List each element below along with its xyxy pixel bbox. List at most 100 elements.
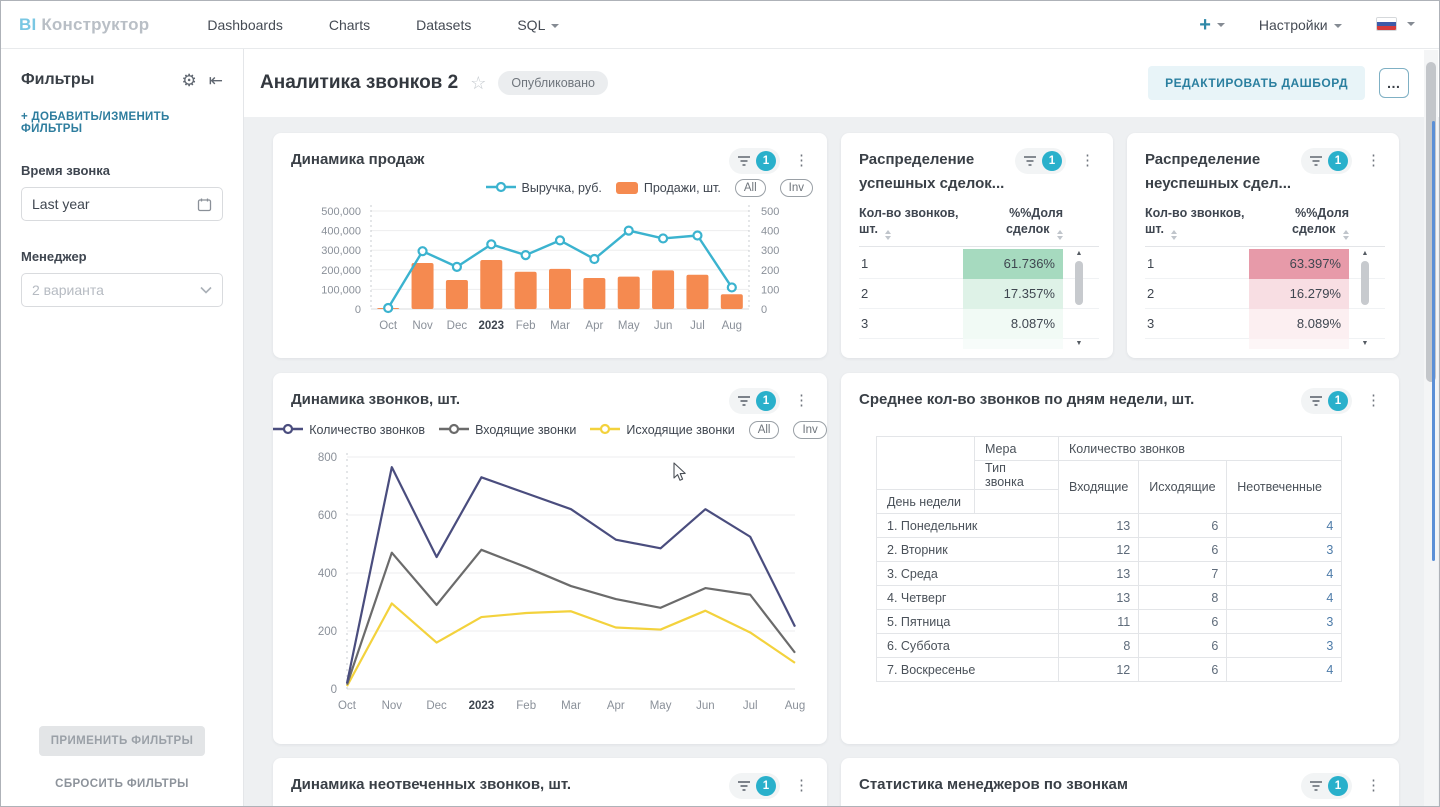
page-scrollbar[interactable] <box>1424 50 1438 807</box>
sort-icon[interactable] <box>1057 230 1063 240</box>
gear-icon[interactable]: ⚙ <box>182 72 197 89</box>
sort-icon[interactable] <box>885 230 891 240</box>
filter-indicator[interactable]: 1 <box>729 773 780 799</box>
nav-item-charts[interactable]: Charts <box>329 17 370 33</box>
cell-value: 3 <box>1227 610 1342 634</box>
cell-day: 6. Суббота <box>877 634 1059 658</box>
sales-combo-chart[interactable]: 00100,000100200,000200300,000300400,0004… <box>291 199 811 347</box>
table-row[interactable]: 44.734% <box>859 339 1099 349</box>
kebab-menu-icon[interactable]: ⋮ <box>1076 148 1099 174</box>
filter-indicator[interactable]: 1 <box>1301 388 1352 414</box>
scroll-down-icon[interactable]: ▼ <box>1073 339 1085 349</box>
call-type-col-header[interactable]: Исходящие <box>1139 461 1227 514</box>
table-row[interactable]: 163.397% <box>1145 249 1385 279</box>
legend-label: Продажи, шт. <box>644 181 721 195</box>
legend-toggle-all[interactable]: All <box>749 421 780 439</box>
column-header-share[interactable]: %%Долясделок <box>1249 205 1349 240</box>
nav-item-dashboards[interactable]: Dashboards <box>207 17 283 33</box>
legend-item[interactable]: Количество звонков <box>273 423 425 438</box>
cell-calls-count: 3 <box>859 316 963 331</box>
chevron-down-icon <box>1217 23 1225 27</box>
filter-count-badge: 1 <box>1042 151 1062 171</box>
more-actions-button[interactable]: … <box>1379 68 1409 98</box>
table-row[interactable]: 6. Суббота863 <box>877 634 1342 658</box>
legend-item[interactable]: Продажи, шт. <box>616 181 721 195</box>
time-filter-input[interactable]: Last year <box>21 187 223 221</box>
calls-line-chart[interactable]: 0200400600800OctNovDec2023FebMarAprMayJu… <box>291 445 811 717</box>
legend-item[interactable]: Исходящие звонки <box>590 423 734 438</box>
filter-indicator[interactable]: 1 <box>1015 148 1066 174</box>
settings-menu[interactable]: Настройки <box>1259 17 1342 33</box>
table-row[interactable]: 7. Воскресенье1264 <box>877 658 1342 682</box>
kebab-menu-icon[interactable]: ⋮ <box>1362 773 1385 799</box>
legend-item[interactable]: Входящие звонки <box>439 423 576 438</box>
table-row[interactable]: 3. Среда1374 <box>877 562 1342 586</box>
cell-deal-share: 4.049% <box>1249 339 1349 350</box>
add-edit-filters-link[interactable]: + ДОБАВИТЬ/ИЗМЕНИТЬ ФИЛЬТРЫ <box>21 111 223 135</box>
table-scrollbar[interactable]: ▲▼ <box>1073 249 1085 349</box>
kebab-menu-icon[interactable]: ⋮ <box>790 773 813 799</box>
cell-day: 7. Воскресенье <box>877 658 1059 682</box>
edit-dashboard-button[interactable]: РЕДАКТИРОВАТЬ ДАШБОРД <box>1148 66 1365 100</box>
svg-text:Jul: Jul <box>743 700 758 712</box>
collapse-sidebar-icon[interactable]: ⇤ <box>209 72 223 89</box>
table-scrollbar[interactable]: ▲▼ <box>1359 249 1371 349</box>
card-title: Статистика менеджеров по звонкам <box>859 773 1128 797</box>
table-row[interactable]: 217.357% <box>859 279 1099 309</box>
scroll-down-icon[interactable]: ▼ <box>1359 339 1371 349</box>
kebab-menu-icon[interactable]: ⋮ <box>790 148 813 174</box>
legend-item[interactable]: Выручка, руб. <box>486 181 602 196</box>
cell-value: 6 <box>1139 610 1227 634</box>
svg-text:500,000: 500,000 <box>321 206 361 218</box>
settings-label: Настройки <box>1259 17 1328 33</box>
filter-icon <box>1309 395 1323 407</box>
kebab-menu-icon[interactable]: ⋮ <box>1362 148 1385 174</box>
filter-indicator[interactable]: 1 <box>1301 773 1352 799</box>
language-menu[interactable] <box>1376 16 1415 34</box>
table-row[interactable]: 38.089% <box>1145 309 1385 339</box>
reset-filters-button[interactable]: СБРОСИТЬ ФИЛЬТРЫ <box>1 778 243 790</box>
add-new-menu[interactable]: + <box>1199 15 1225 35</box>
chevron-down-icon <box>1407 22 1415 26</box>
sort-icon[interactable] <box>1171 230 1177 240</box>
cell-calls-count: 2 <box>1145 286 1249 301</box>
apply-filters-button[interactable]: ПРИМЕНИТЬ ФИЛЬТРЫ <box>39 726 205 756</box>
table-row[interactable]: 44.049% <box>1145 339 1385 349</box>
table-row[interactable]: 2. Вторник1263 <box>877 538 1342 562</box>
column-header-calls[interactable]: Кол-во звонков,шт. <box>1145 205 1249 240</box>
call-type-col-header[interactable]: Неотвеченные <box>1227 461 1342 514</box>
legend-toggle-inv[interactable]: Inv <box>780 179 813 197</box>
table-row[interactable]: 5. Пятница1163 <box>877 610 1342 634</box>
scrollbar-thumb[interactable] <box>1075 261 1083 305</box>
scroll-up-icon[interactable]: ▲ <box>1073 249 1085 259</box>
call-type-col-header[interactable]: Входящие <box>1059 461 1139 514</box>
cell-value: 13 <box>1059 514 1139 538</box>
manager-filter-select[interactable]: 2 варианта <box>21 273 223 307</box>
legend-toggle-inv[interactable]: Inv <box>793 421 826 439</box>
sort-icon[interactable] <box>1343 230 1349 240</box>
nav-item-sql[interactable]: SQL <box>517 17 559 33</box>
table-row[interactable]: 1. Понедельник1364 <box>877 514 1342 538</box>
nav-item-datasets[interactable]: Datasets <box>416 17 471 33</box>
card-title: Динамика неотвеченных звонков, шт. <box>291 773 571 797</box>
table-row[interactable]: 38.087% <box>859 309 1099 339</box>
table-row[interactable]: 161.736% <box>859 249 1099 279</box>
scroll-up-icon[interactable]: ▲ <box>1359 249 1371 259</box>
favorite-star-icon[interactable]: ☆ <box>470 73 486 94</box>
scrollbar-thumb[interactable] <box>1361 261 1369 305</box>
app-logo[interactable]: BI Конструктор <box>19 15 149 35</box>
svg-text:300: 300 <box>761 245 779 257</box>
table-row[interactable]: 216.279% <box>1145 279 1385 309</box>
column-header-calls[interactable]: Кол-во звонков,шт. <box>859 205 963 240</box>
card-sales-dynamics: Динамика продаж 1 ⋮ Выручка, руб.Продажи… <box>273 133 827 358</box>
filter-indicator[interactable]: 1 <box>1301 148 1352 174</box>
kebab-menu-icon[interactable]: ⋮ <box>1362 388 1385 414</box>
table-row[interactable]: 4. Четверг1384 <box>877 586 1342 610</box>
filter-indicator[interactable]: 1 <box>729 388 780 414</box>
kebab-menu-icon[interactable]: ⋮ <box>790 388 813 414</box>
svg-text:Mar: Mar <box>550 320 570 332</box>
column-header-share[interactable]: %%Долясделок <box>963 205 1063 240</box>
legend-toggle-all[interactable]: All <box>735 179 766 197</box>
svg-text:300,000: 300,000 <box>321 245 361 257</box>
filter-indicator[interactable]: 1 <box>729 148 780 174</box>
